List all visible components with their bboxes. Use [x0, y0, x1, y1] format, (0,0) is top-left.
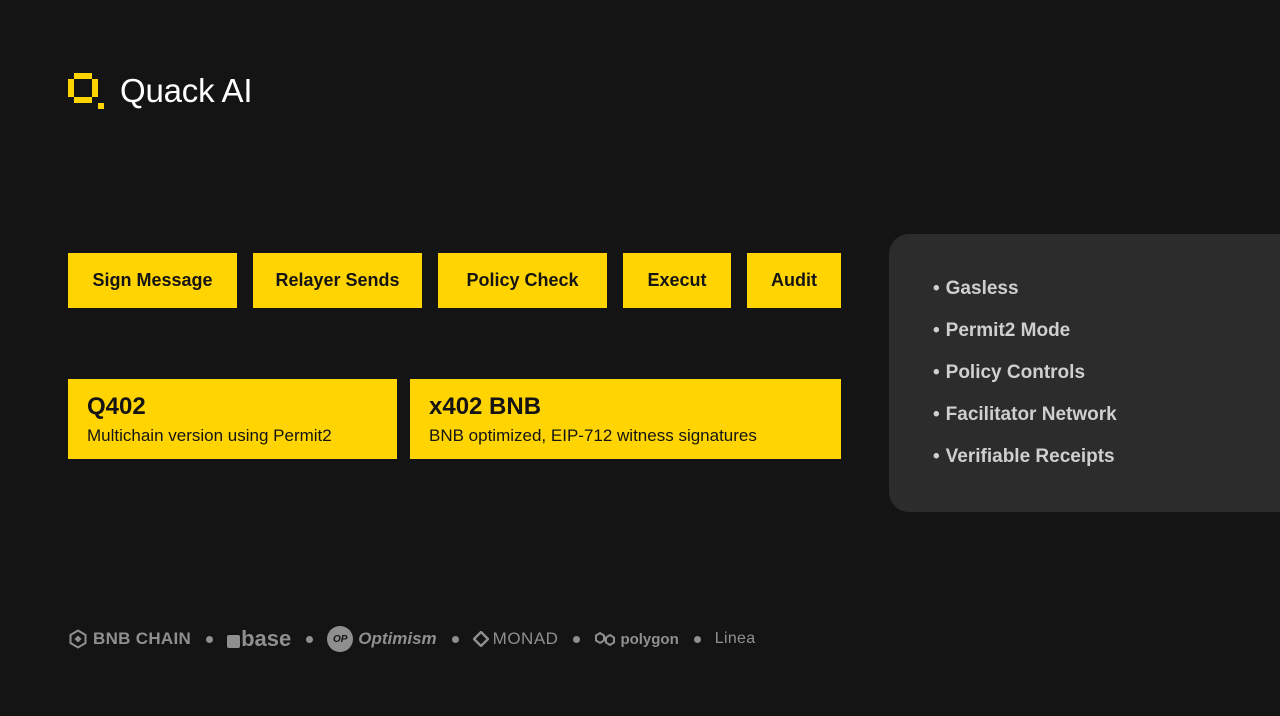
version-card-title: Q402	[87, 393, 146, 420]
bullet-icon: •	[933, 446, 940, 467]
chain-label: Optimism	[358, 629, 437, 648]
monad-diamond-icon	[472, 631, 489, 647]
quack-logo-icon	[68, 73, 104, 109]
bullet-icon: •	[933, 320, 940, 341]
bnb-chain-icon	[69, 629, 87, 649]
chain-label: MONAD	[492, 629, 559, 648]
chain-label: polygon	[620, 630, 679, 648]
chain-base: base	[227, 626, 291, 652]
feature-label: Verifiable Receipts	[945, 446, 1115, 467]
separator-dot	[306, 635, 314, 643]
features-panel: • Gasless • Permit2 Mode • Policy Contro…	[889, 234, 1280, 512]
chain-label: BNB CHAIN	[93, 629, 192, 648]
linea-wordmark: Linea	[714, 630, 756, 647]
chain-optimism: OP Optimism	[327, 626, 437, 652]
feature-item-permit2-mode: • Permit2 Mode	[933, 310, 1280, 352]
chain-monad: MONAD	[472, 629, 559, 649]
flow-step-policy-check: Policy Check	[438, 253, 607, 308]
feature-label: Facilitator Network	[945, 404, 1117, 425]
bullet-icon: •	[933, 362, 940, 383]
chain-polygon: polygon	[594, 630, 679, 648]
feature-item-verifiable-receipts: • Verifiable Receipts	[933, 436, 1280, 478]
flow-step-relayer-sends: Relayer Sends	[253, 253, 422, 308]
chain-label: base	[241, 626, 292, 651]
version-card-q402: Q402 Multichain version using Permit2	[68, 379, 397, 459]
separator-dot	[206, 635, 214, 643]
separator-dot	[573, 635, 581, 643]
supported-chains: BNB CHAIN base OP Optimism MONAD polygon…	[68, 624, 755, 654]
feature-item-facilitator-network: • Facilitator Network	[933, 394, 1280, 436]
feature-label: Permit2 Mode	[945, 320, 1071, 341]
brand-name: Quack AI	[120, 72, 253, 109]
slide: Quack AI Sign Message Relayer Sends Poli…	[0, 0, 1280, 716]
version-card-description: Multichain version using Permit2	[87, 426, 332, 445]
feature-label: Gasless	[945, 278, 1019, 299]
chain-linea: Linea	[715, 630, 756, 648]
feature-label: Policy Controls	[945, 362, 1086, 383]
separator-dot	[451, 635, 459, 643]
version-card-description: BNB optimized, EIP-712 witness signature…	[429, 426, 757, 445]
feature-item-gasless: • Gasless	[933, 268, 1280, 310]
bullet-icon: •	[933, 278, 940, 299]
polygon-link-icon	[595, 631, 616, 647]
version-card-title: x402 BNB	[429, 393, 542, 420]
optimism-badge-icon: OP	[327, 626, 354, 652]
base-square-icon	[227, 634, 241, 648]
separator-dot	[693, 635, 701, 643]
version-card-x402-bnb: x402 BNB BNB optimized, EIP-712 witness …	[410, 379, 841, 459]
flow-step-sign-message: Sign Message	[68, 253, 237, 308]
feature-item-policy-controls: • Policy Controls	[933, 352, 1280, 394]
brand-header: Quack AI	[68, 72, 253, 110]
bullet-icon: •	[933, 404, 940, 425]
flow-step-execute: Execut	[623, 253, 731, 308]
chain-bnb: BNB CHAIN	[68, 629, 191, 649]
flow-step-audit: Audit	[747, 253, 841, 308]
